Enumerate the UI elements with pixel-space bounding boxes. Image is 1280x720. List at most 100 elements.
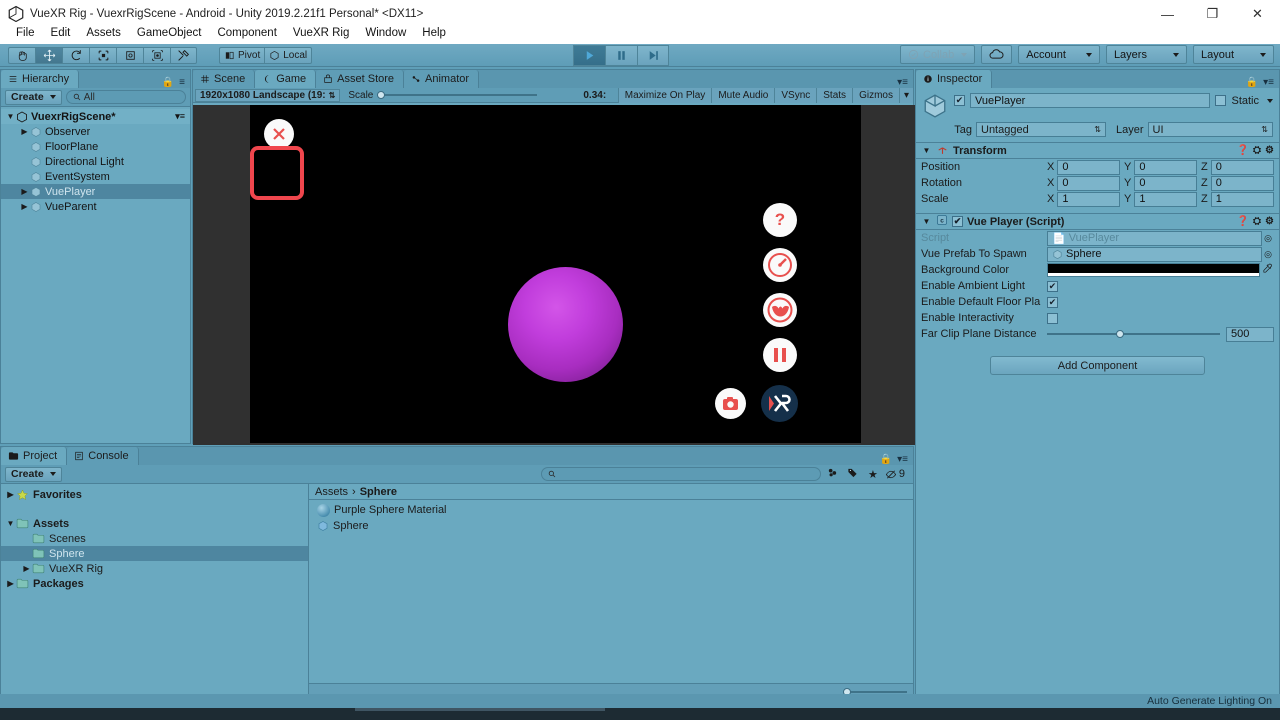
breadcrumb-assets[interactable]: Assets [315,486,348,498]
pause-button[interactable] [605,45,637,66]
value-input[interactable]: 0 [1134,176,1197,191]
slider-far-clip-plane-distance[interactable] [1047,333,1220,335]
chevron-right-icon[interactable]: ▶ [19,187,30,196]
chevron-down-icon[interactable]: ▼ [5,112,16,121]
filter-by-type-icon[interactable] [825,467,841,481]
slider-value-far-clip-plane-distance[interactable]: 500 [1226,327,1274,342]
panel-menu-icon[interactable]: ≡ [179,77,185,88]
tab-project[interactable]: Project [1,447,67,465]
lock-icon[interactable]: 🔒 [162,77,174,88]
preset-icon[interactable]: ⛭ [1253,216,1261,227]
eyedropper-icon[interactable] [1260,263,1274,277]
transform-scale-z[interactable]: Z1 [1201,192,1274,207]
game-viewport[interactable]: ? [193,105,915,445]
menu-file[interactable]: File [8,25,43,41]
scene-context-menu-icon[interactable]: ▾≡ [175,111,190,122]
account-dropdown[interactable]: Account [1018,45,1100,64]
transform-rotation-x[interactable]: X0 [1047,176,1120,191]
menu-component[interactable]: Component [209,25,284,41]
move-tool-button[interactable] [35,47,62,64]
color-field-background-color[interactable] [1047,263,1260,277]
object-enabled-checkbox[interactable]: ✔ [954,95,965,106]
layout-dropdown[interactable]: Layout [1193,45,1274,64]
chevron-right-icon[interactable]: ▶ [5,490,16,499]
maximize-on-play-toggle[interactable]: Maximize On Play [618,88,712,103]
chevron-right-icon[interactable]: ▶ [21,534,32,543]
value-input[interactable]: 1 [1134,192,1197,207]
game-scale-slider[interactable] [377,94,537,96]
cloud-button[interactable] [981,45,1012,64]
chevron-right-icon[interactable]: ▶ [21,549,32,558]
chevron-right-icon[interactable]: ▶ [19,127,30,136]
value-input[interactable]: 0 [1134,160,1197,175]
static-checkbox[interactable] [1215,95,1226,106]
custom-editor-tool-button[interactable] [170,47,197,64]
object-picker-icon[interactable]: ◎ [1262,249,1274,260]
speedometer-overlay-button[interactable] [763,248,797,282]
project-create-button[interactable]: Create [5,467,62,482]
layers-dropdown[interactable]: Layers [1106,45,1187,64]
play-button[interactable] [573,45,605,66]
tab-scene[interactable]: Scene [193,70,255,88]
mute-audio-toggle[interactable]: Mute Audio [711,88,774,103]
add-component-button[interactable]: Add Component [990,356,1205,375]
stats-toggle[interactable]: Stats [816,88,852,103]
project-tree-item-assets[interactable]: ▼Assets [1,516,308,531]
chevron-down-icon[interactable]: ▼ [921,217,932,226]
rotate-tool-button[interactable] [62,47,89,64]
transform-tool-button[interactable] [143,47,170,64]
value-input[interactable]: 1 [1057,192,1120,207]
lock-icon[interactable]: 🔒 [1246,77,1258,88]
tab-hierarchy[interactable]: Hierarchy [1,70,79,88]
value-input[interactable]: 0 [1057,176,1120,191]
menu-assets[interactable]: Assets [78,25,129,41]
chevron-right-icon[interactable]: ▶ [19,142,30,151]
status-bar[interactable]: Auto Generate Lighting On [0,694,1280,708]
hierarchy-item-observer[interactable]: ▶Observer [1,124,190,139]
transform-scale-x[interactable]: X1 [1047,192,1120,207]
chevron-down-icon[interactable]: ▼ [5,519,16,528]
hierarchy-item-directional-light[interactable]: ▶Directional Light [1,154,190,169]
layer-dropdown[interactable]: UI ⇅ [1148,122,1273,137]
help-icon[interactable]: ❓ [1237,216,1249,227]
gizmos-chevron-icon[interactable]: ▾ [899,88,913,103]
hierarchy-scene-row[interactable]: ▼ VuexrRigScene* ▾≡ [1,109,190,124]
hand-tool-button[interactable] [8,47,35,64]
scale-tool-button[interactable] [89,47,116,64]
chevron-right-icon[interactable]: ▶ [19,157,30,166]
menu-help[interactable]: Help [414,25,454,41]
menu-gameobject[interactable]: GameObject [129,25,210,41]
menu-window[interactable]: Window [357,25,414,41]
game-resolution-dropdown[interactable]: 1920x1080 Landscape (19: ⇅ [195,89,340,102]
value-input[interactable]: 0 [1211,176,1274,191]
rect-tool-button[interactable] [116,47,143,64]
panel-menu-icon[interactable]: ▾≡ [897,454,908,465]
project-tree-item-vuexr-rig[interactable]: ▶VueXR Rig [1,561,308,576]
project-tree-item-packages[interactable]: ▶Packages [1,576,308,591]
mask-overlay-button[interactable] [763,293,797,327]
tab-console[interactable]: Console [67,447,138,465]
hierarchy-item-vueplayer[interactable]: ▶VuePlayer [1,184,190,199]
hierarchy-search-input[interactable]: All [66,90,186,104]
pause-overlay-button[interactable] [763,338,797,372]
project-search-input[interactable] [541,467,821,481]
checkbox-enable-default-floor-pla[interactable]: ✔ [1047,297,1058,308]
script-enabled-checkbox[interactable]: ✔ [952,216,963,227]
pivot-toggle-button[interactable]: Pivot [219,47,264,64]
tab-animator[interactable]: Animator [404,70,479,88]
step-button[interactable] [637,45,669,66]
checkbox-enable-ambient-light[interactable]: ✔ [1047,281,1058,292]
transform-scale-y[interactable]: Y1 [1124,192,1197,207]
hidden-packages-count[interactable]: 9 [885,468,909,480]
object-field-vue-prefab-to-spawn[interactable]: Sphere [1047,247,1262,262]
tab-inspector[interactable]: Inspector [916,70,992,88]
chevron-down-icon[interactable]: ▼ [921,146,932,155]
gear-icon[interactable]: ⚙ [1265,216,1274,227]
preset-icon[interactable]: ⛭ [1253,145,1261,156]
lock-icon[interactable]: 🔒 [880,454,892,465]
gizmos-dropdown[interactable]: Gizmos [852,88,899,103]
tab-game[interactable]: Game [255,70,316,88]
close-overlay-button[interactable] [264,119,294,149]
chevron-right-icon[interactable]: ▶ [5,579,16,588]
asset-item-purple-sphere-material[interactable]: Purple Sphere Material [309,502,913,518]
